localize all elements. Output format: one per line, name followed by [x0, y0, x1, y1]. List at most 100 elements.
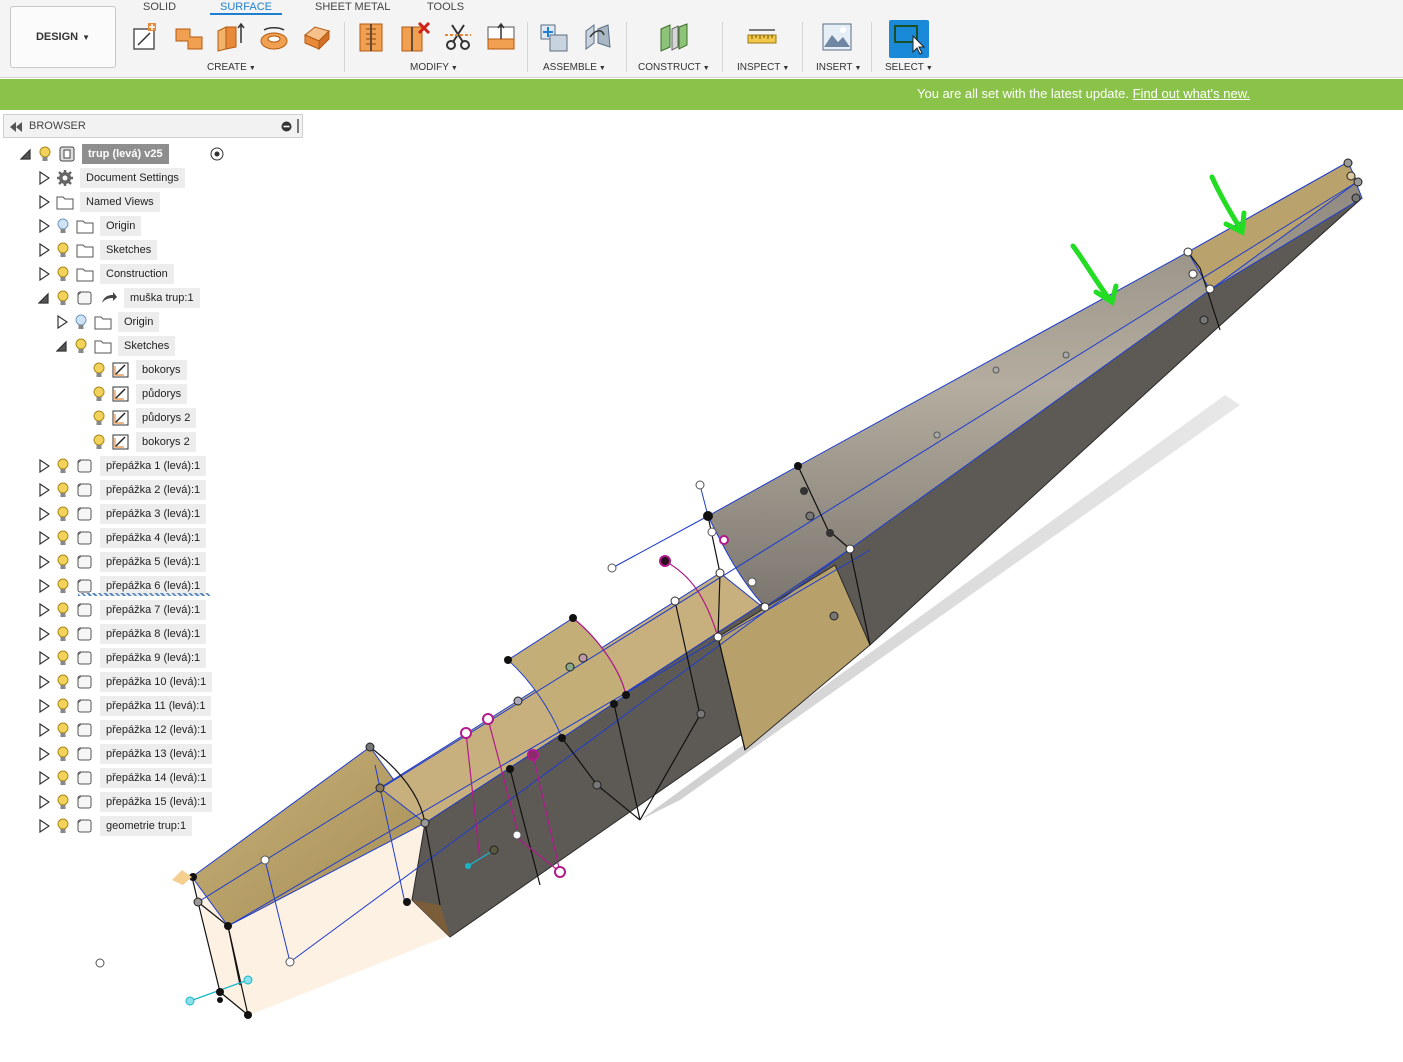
- new-component-icon[interactable]: [538, 21, 570, 53]
- tree-expand-icon[interactable]: [38, 483, 50, 497]
- visibility-bulb-icon[interactable]: [92, 361, 106, 379]
- tree-row[interactable]: Origin: [0, 312, 300, 332]
- tree-expand-icon[interactable]: [38, 627, 50, 641]
- tree-expand-icon[interactable]: [38, 603, 50, 617]
- panel-resize-handle[interactable]: [297, 119, 299, 133]
- inspect-menu[interactable]: INSPECT ▼: [737, 62, 789, 73]
- tree-item-label[interactable]: Document Settings: [80, 168, 185, 188]
- tree-root-label[interactable]: trup (levá) v25: [82, 144, 169, 164]
- tree-item-label[interactable]: Sketches: [100, 240, 158, 260]
- visibility-bulb-icon[interactable]: [56, 649, 70, 667]
- select-button[interactable]: [889, 20, 929, 58]
- tree-item-label[interactable]: přepážka 9 (levá):1: [100, 648, 207, 668]
- tree-row[interactable]: přepážka 10 (levá):1: [0, 672, 300, 692]
- tree-expand-icon[interactable]: [38, 747, 50, 761]
- revolve-icon[interactable]: [258, 21, 290, 53]
- tree-row[interactable]: geometrie trup:1: [0, 816, 300, 836]
- tree-row[interactable]: Construction: [0, 264, 300, 284]
- tree-item-label[interactable]: přepážka 5 (levá):1: [100, 552, 207, 572]
- visibility-bulb-icon[interactable]: [74, 337, 88, 355]
- tree-row[interactable]: přepážka 12 (levá):1: [0, 720, 300, 740]
- visibility-bulb-icon[interactable]: [56, 625, 70, 643]
- select-menu[interactable]: SELECT ▼: [885, 62, 933, 73]
- tab-sheet-metal[interactable]: SHEET METAL: [315, 0, 390, 15]
- visibility-bulb-icon[interactable]: [56, 457, 70, 475]
- tree-collapse-icon[interactable]: [38, 291, 50, 305]
- tree-row[interactable]: bokorys: [0, 360, 300, 380]
- tree-item-label[interactable]: přepážka 11 (levá):1: [100, 696, 212, 716]
- tree-item-label[interactable]: přepážka 13 (levá):1: [100, 744, 213, 764]
- extrude-surface-icon[interactable]: [173, 21, 205, 53]
- create-sketch-icon[interactable]: [130, 21, 162, 53]
- tree-item-label[interactable]: přepážka 1 (levá):1: [100, 456, 207, 476]
- tree-expand-icon[interactable]: [38, 243, 50, 257]
- visibility-bulb-icon[interactable]: [56, 721, 70, 739]
- tree-expand-icon[interactable]: [38, 267, 50, 281]
- tab-tools[interactable]: TOOLS: [427, 0, 464, 15]
- visibility-bulb-icon[interactable]: [56, 793, 70, 811]
- tree-row[interactable]: přepážka 15 (levá):1: [0, 792, 300, 812]
- tree-expand-icon[interactable]: [38, 675, 50, 689]
- press-pull-icon[interactable]: [485, 21, 517, 53]
- tree-expand-icon[interactable]: [38, 531, 50, 545]
- minus-circle-icon[interactable]: [281, 121, 292, 132]
- tree-expand-icon[interactable]: [38, 723, 50, 737]
- modify-menu[interactable]: MODIFY ▼: [410, 62, 458, 73]
- tree-row[interactable]: Sketches: [0, 336, 300, 356]
- whats-new-link[interactable]: Find out what's new.: [1133, 86, 1250, 101]
- tree-expand-icon[interactable]: [38, 219, 50, 233]
- visibility-bulb-icon[interactable]: [56, 481, 70, 499]
- tree-expand-icon[interactable]: [38, 771, 50, 785]
- tree-item-label[interactable]: bokorys: [136, 360, 187, 380]
- visibility-bulb-icon[interactable]: [92, 385, 106, 403]
- visibility-bulb-icon[interactable]: [56, 697, 70, 715]
- tree-collapse-icon[interactable]: [56, 339, 68, 353]
- tree-item-label[interactable]: přepážka 2 (levá):1: [100, 480, 207, 500]
- visibility-bulb-icon[interactable]: [56, 265, 70, 283]
- tree-expand-icon[interactable]: [38, 579, 50, 593]
- create-menu[interactable]: CREATE ▼: [207, 62, 256, 73]
- tree-expand-icon[interactable]: [38, 171, 50, 185]
- tree-item-label[interactable]: přepážka 14 (levá):1: [100, 768, 213, 788]
- visibility-bulb-icon[interactable]: [56, 505, 70, 523]
- offset-plane-icon[interactable]: [658, 21, 690, 53]
- visibility-bulb-icon[interactable]: [92, 433, 106, 451]
- tree-expand-icon[interactable]: [38, 459, 50, 473]
- visibility-bulb-icon[interactable]: [56, 241, 70, 259]
- tree-item-label[interactable]: Sketches: [118, 336, 176, 356]
- tree-row[interactable]: přepážka 8 (levá):1: [0, 624, 300, 644]
- tree-item-label[interactable]: geometrie trup:1: [100, 816, 193, 836]
- construct-menu[interactable]: CONSTRUCT ▼: [638, 62, 710, 73]
- tree-row[interactable]: přepážka 6 (levá):1: [0, 576, 300, 596]
- tree-item-label[interactable]: přepážka 7 (levá):1: [100, 600, 207, 620]
- tree-item-label[interactable]: přepážka 3 (levá):1: [100, 504, 207, 524]
- patch-icon[interactable]: [301, 21, 333, 53]
- visibility-bulb-icon[interactable]: [56, 817, 70, 835]
- tree-item-label[interactable]: Origin: [118, 312, 160, 332]
- tree-row[interactable]: půdorys: [0, 384, 300, 404]
- split-scissors-icon[interactable]: [442, 21, 474, 53]
- delete-face-icon[interactable]: [399, 21, 431, 53]
- activate-radio-icon[interactable]: [210, 147, 224, 161]
- visibility-bulb-icon[interactable]: [56, 289, 70, 307]
- tree-expand-icon[interactable]: [38, 555, 50, 569]
- measure-ruler-icon[interactable]: [746, 21, 778, 53]
- visibility-bulb-icon[interactable]: [56, 673, 70, 691]
- extrude-icon[interactable]: [214, 21, 246, 53]
- tree-expand-icon[interactable]: [38, 507, 50, 521]
- visibility-bulb-icon[interactable]: [56, 601, 70, 619]
- tree-item-label[interactable]: půdorys 2: [136, 408, 197, 428]
- insert-menu[interactable]: INSERT ▼: [816, 62, 861, 73]
- tree-item-label[interactable]: půdorys: [136, 384, 188, 404]
- tree-row[interactable]: muška trup:1: [0, 288, 300, 308]
- visibility-bulb-icon[interactable]: [74, 313, 88, 331]
- tree-item-label[interactable]: přepážka 10 (levá):1: [100, 672, 213, 692]
- tab-solid[interactable]: SOLID: [143, 0, 176, 15]
- tree-root-row[interactable]: trup (levá) v25: [0, 144, 300, 164]
- tree-expand-icon[interactable]: [38, 195, 50, 209]
- tree-row[interactable]: přepážka 11 (levá):1: [0, 696, 300, 716]
- tree-item-label[interactable]: Construction: [100, 264, 174, 284]
- tree-row[interactable]: půdorys 2: [0, 408, 300, 428]
- tab-surface[interactable]: SURFACE: [210, 0, 282, 15]
- tree-row[interactable]: Document Settings: [0, 168, 300, 188]
